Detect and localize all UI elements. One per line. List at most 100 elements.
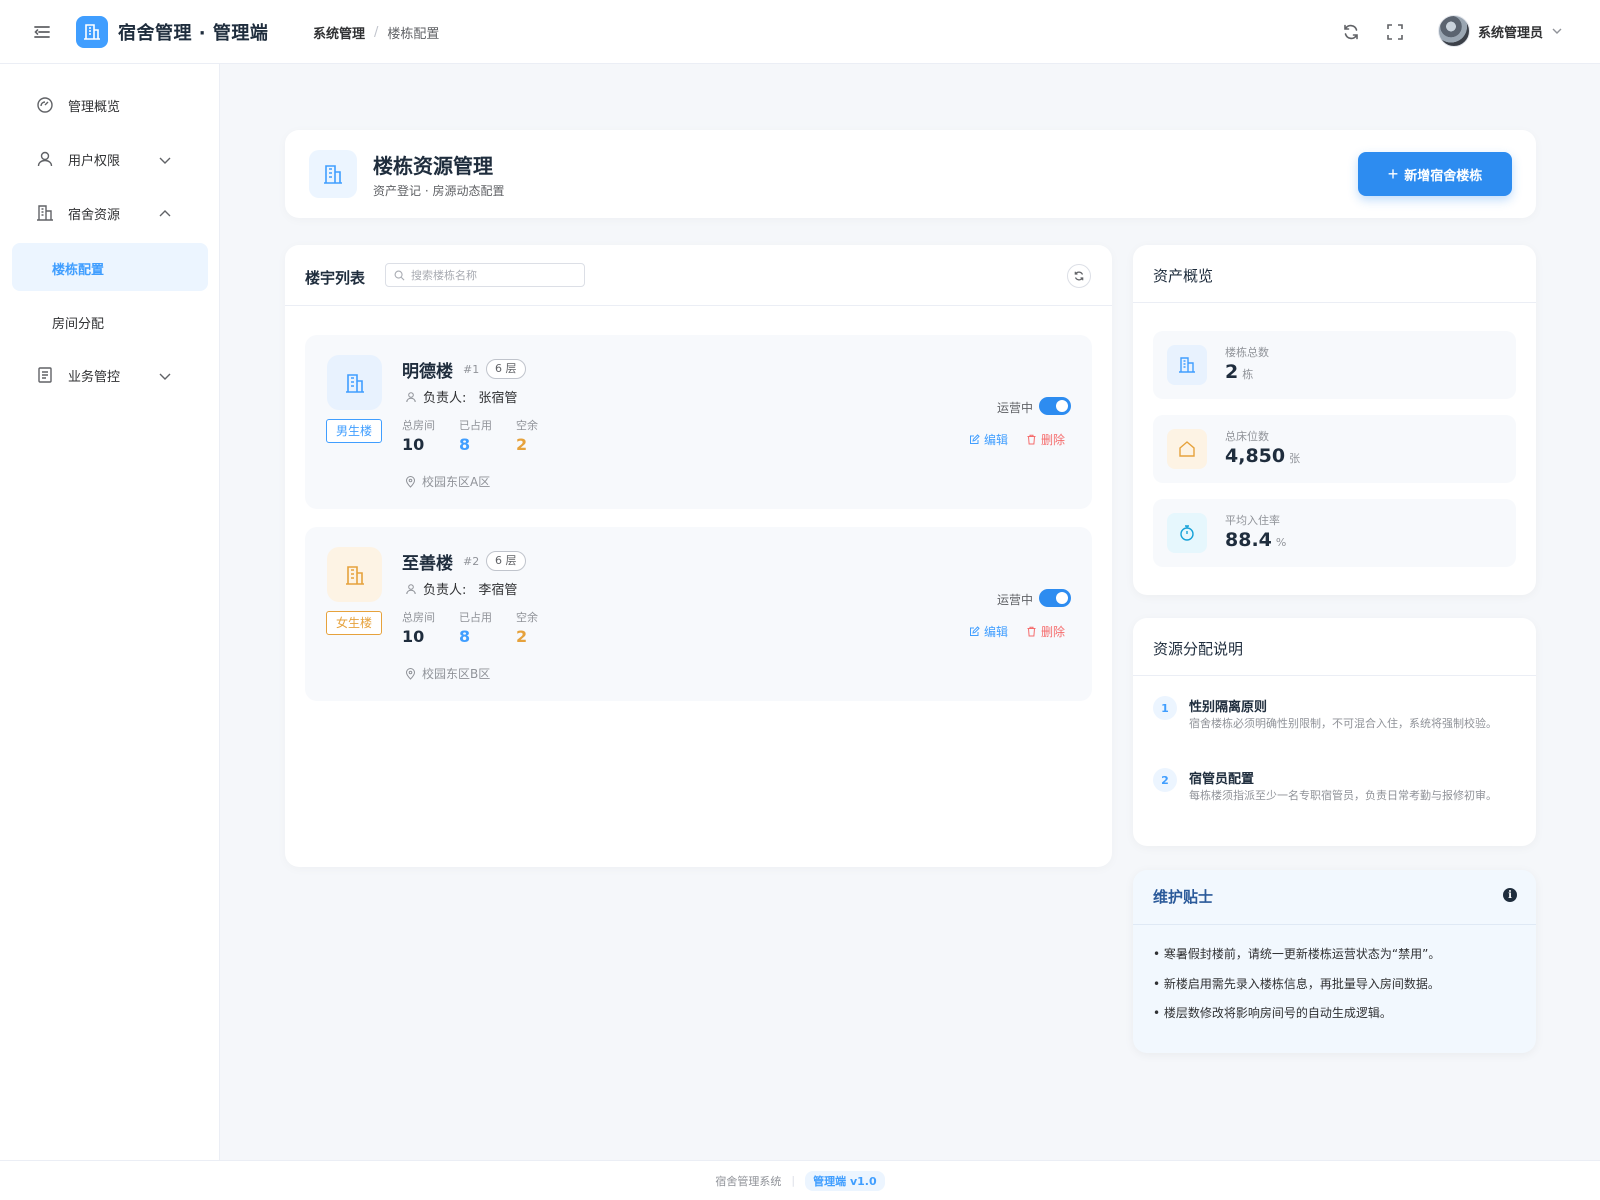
- user-menu[interactable]: 系统管理员: [1438, 15, 1563, 47]
- edit-button[interactable]: 编辑: [969, 623, 1008, 640]
- footer: 宿舍管理系统 | 管理端 v1.0: [0, 1160, 1600, 1200]
- stat-occupied: 已占用 8: [459, 609, 492, 646]
- overview-label: 平均入住率: [1225, 514, 1280, 527]
- building-icon: [1167, 345, 1207, 385]
- sidebar-item-label: 管理概览: [68, 100, 121, 115]
- user-icon: [406, 583, 416, 594]
- rule-number: 1: [1153, 696, 1177, 720]
- delete-button[interactable]: 删除: [1026, 431, 1065, 448]
- stat-value: 2: [516, 627, 528, 646]
- stat-vacant: 空余 2: [516, 417, 538, 454]
- delete-label: 删除: [1041, 625, 1066, 639]
- divider: [1133, 302, 1536, 303]
- stat-total-rooms: 总房间 10: [402, 609, 435, 646]
- manager-label: 负责人:: [423, 391, 467, 406]
- home-icon: [1167, 429, 1207, 469]
- avatar[interactable]: [1438, 15, 1470, 47]
- brand-title: 宿舍管理 · 管理端: [118, 23, 269, 44]
- stat-vacant: 空余 2: [516, 609, 538, 646]
- stat-label: 已占用: [459, 419, 492, 432]
- refresh-icon: [1074, 271, 1084, 281]
- gender-tag: 男生楼: [326, 419, 383, 443]
- footer-separator: |: [791, 1174, 796, 1187]
- list-refresh-button[interactable]: [1067, 264, 1091, 288]
- manager-row: 负责人: 李宿管: [405, 579, 517, 598]
- card-title: 资源分配说明: [1153, 640, 1244, 658]
- building-name: 至善楼: [402, 554, 453, 574]
- status-label: 运营中: [997, 593, 1034, 607]
- divider: [1133, 924, 1536, 925]
- location-row: 校园东区B区: [405, 665, 490, 682]
- stat-value: 2: [516, 435, 528, 454]
- page-title: 楼栋资源管理: [373, 154, 493, 178]
- sidebar-item-business-control[interactable]: 业务管控: [12, 351, 208, 399]
- building-logo-icon: [76, 16, 108, 48]
- edit-icon: [970, 434, 980, 444]
- chevron-down-icon: [159, 373, 171, 380]
- overview-value: 88.4%: [1225, 529, 1287, 551]
- sidebar-item-dorm-resource[interactable]: 宿舍资源: [12, 189, 208, 237]
- breadcrumb-separator: /: [374, 25, 379, 40]
- edit-label: 编辑: [984, 625, 1009, 639]
- overview-label: 楼栋总数: [1225, 346, 1269, 359]
- status-toggle[interactable]: [1039, 589, 1071, 607]
- brand: 宿舍管理 · 管理端: [76, 16, 268, 48]
- plus-icon: +: [1387, 163, 1399, 184]
- stat-value: 10: [402, 435, 425, 454]
- card-title: 维护贴士: [1153, 888, 1214, 906]
- sidebar-item-overview[interactable]: 管理概览: [12, 81, 208, 129]
- breadcrumb-item-system[interactable]: 系统管理: [313, 23, 365, 42]
- search-box[interactable]: [385, 263, 585, 287]
- info-icon[interactable]: i: [1503, 888, 1517, 902]
- sidebar-item-building-config[interactable]: 楼栋配置: [12, 243, 208, 291]
- rule-title: 性别隔离原则: [1189, 700, 1268, 715]
- manager-label: 负责人:: [423, 583, 467, 598]
- status-toggle[interactable]: [1039, 397, 1071, 415]
- rule-description: 每栋楼须指派至少一名专职宿管员，负责日常考勤与报修初审。: [1189, 789, 1497, 802]
- breadcrumb-item-current: 楼栋配置: [387, 27, 440, 42]
- overview-item-occupancy: 平均入住率 88.4%: [1153, 499, 1516, 567]
- add-building-button[interactable]: + 新增宿舍楼栋: [1358, 152, 1512, 196]
- tip-item: • 新楼启用需先录入楼栋信息，再批量导入房间数据。: [1153, 977, 1440, 991]
- building-name: 明德楼: [402, 362, 453, 382]
- stat-label: 已占用: [459, 611, 492, 624]
- building-number: #2: [463, 555, 480, 568]
- gender-tag: 女生楼: [326, 611, 383, 635]
- chevron-up-icon: [159, 210, 171, 217]
- stat-label: 空余: [516, 419, 538, 432]
- trash-icon: [1027, 434, 1036, 445]
- manager-name: 李宿管: [478, 583, 518, 598]
- sidebar: 管理概览 用户权限 宿舍资源 楼栋配置 房间分配 业务管控: [0, 64, 220, 1160]
- sidebar-item-label: 宿舍资源: [68, 208, 121, 223]
- refresh-icon[interactable]: [1341, 22, 1361, 42]
- overview-item-buildings: 楼栋总数 2栋: [1153, 331, 1516, 399]
- trash-icon: [1027, 626, 1036, 637]
- page-header-card: 楼栋资源管理 资产登记 · 房源动态配置 + 新增宿舍楼栋: [285, 130, 1536, 218]
- sidebar-item-user-permission[interactable]: 用户权限: [12, 135, 208, 183]
- building-card: 女生楼 至善楼 #2 6 层 负责人: 李宿管 总房间 10 已占用 8 空余 …: [305, 527, 1092, 701]
- sidebar-item-label: 房间分配: [52, 317, 105, 332]
- add-building-label: 新增宿舍楼栋: [1404, 167, 1483, 183]
- breadcrumb: 系统管理 / 楼栋配置: [313, 23, 439, 42]
- stat-occupied: 已占用 8: [459, 417, 492, 454]
- sidebar-item-label: 用户权限: [68, 154, 121, 169]
- overview-value: 4,850 张: [1225, 445, 1301, 467]
- footer-system-name: 宿舍管理系统: [715, 1174, 782, 1188]
- stat-value: 8: [459, 627, 471, 646]
- building-list-panel: 楼宇列表 男生楼 明德楼 #1 6 层 负责人: 张宿管 总房间 10 已占用 …: [285, 245, 1112, 867]
- page-subtitle: 资产登记 · 房源动态配置: [373, 184, 505, 198]
- location-text: 校园东区B区: [422, 667, 491, 681]
- menu-fold-icon[interactable]: [32, 22, 52, 42]
- sidebar-item-room-allocation[interactable]: 房间分配: [12, 297, 208, 345]
- stat-label: 总房间: [402, 611, 435, 624]
- fullscreen-icon[interactable]: [1385, 22, 1405, 42]
- edit-button[interactable]: 编辑: [969, 431, 1008, 448]
- search-input[interactable]: [411, 268, 581, 282]
- floor-badge: 6 层: [486, 359, 526, 379]
- rule-number: 2: [1153, 768, 1177, 792]
- delete-button[interactable]: 删除: [1026, 623, 1065, 640]
- location-row: 校园东区A区: [405, 473, 490, 490]
- status-label: 运营中: [997, 401, 1034, 415]
- overview-label: 总床位数: [1225, 430, 1269, 443]
- tip-item: • 楼层数修改将影响房间号的自动生成逻辑。: [1153, 1006, 1392, 1020]
